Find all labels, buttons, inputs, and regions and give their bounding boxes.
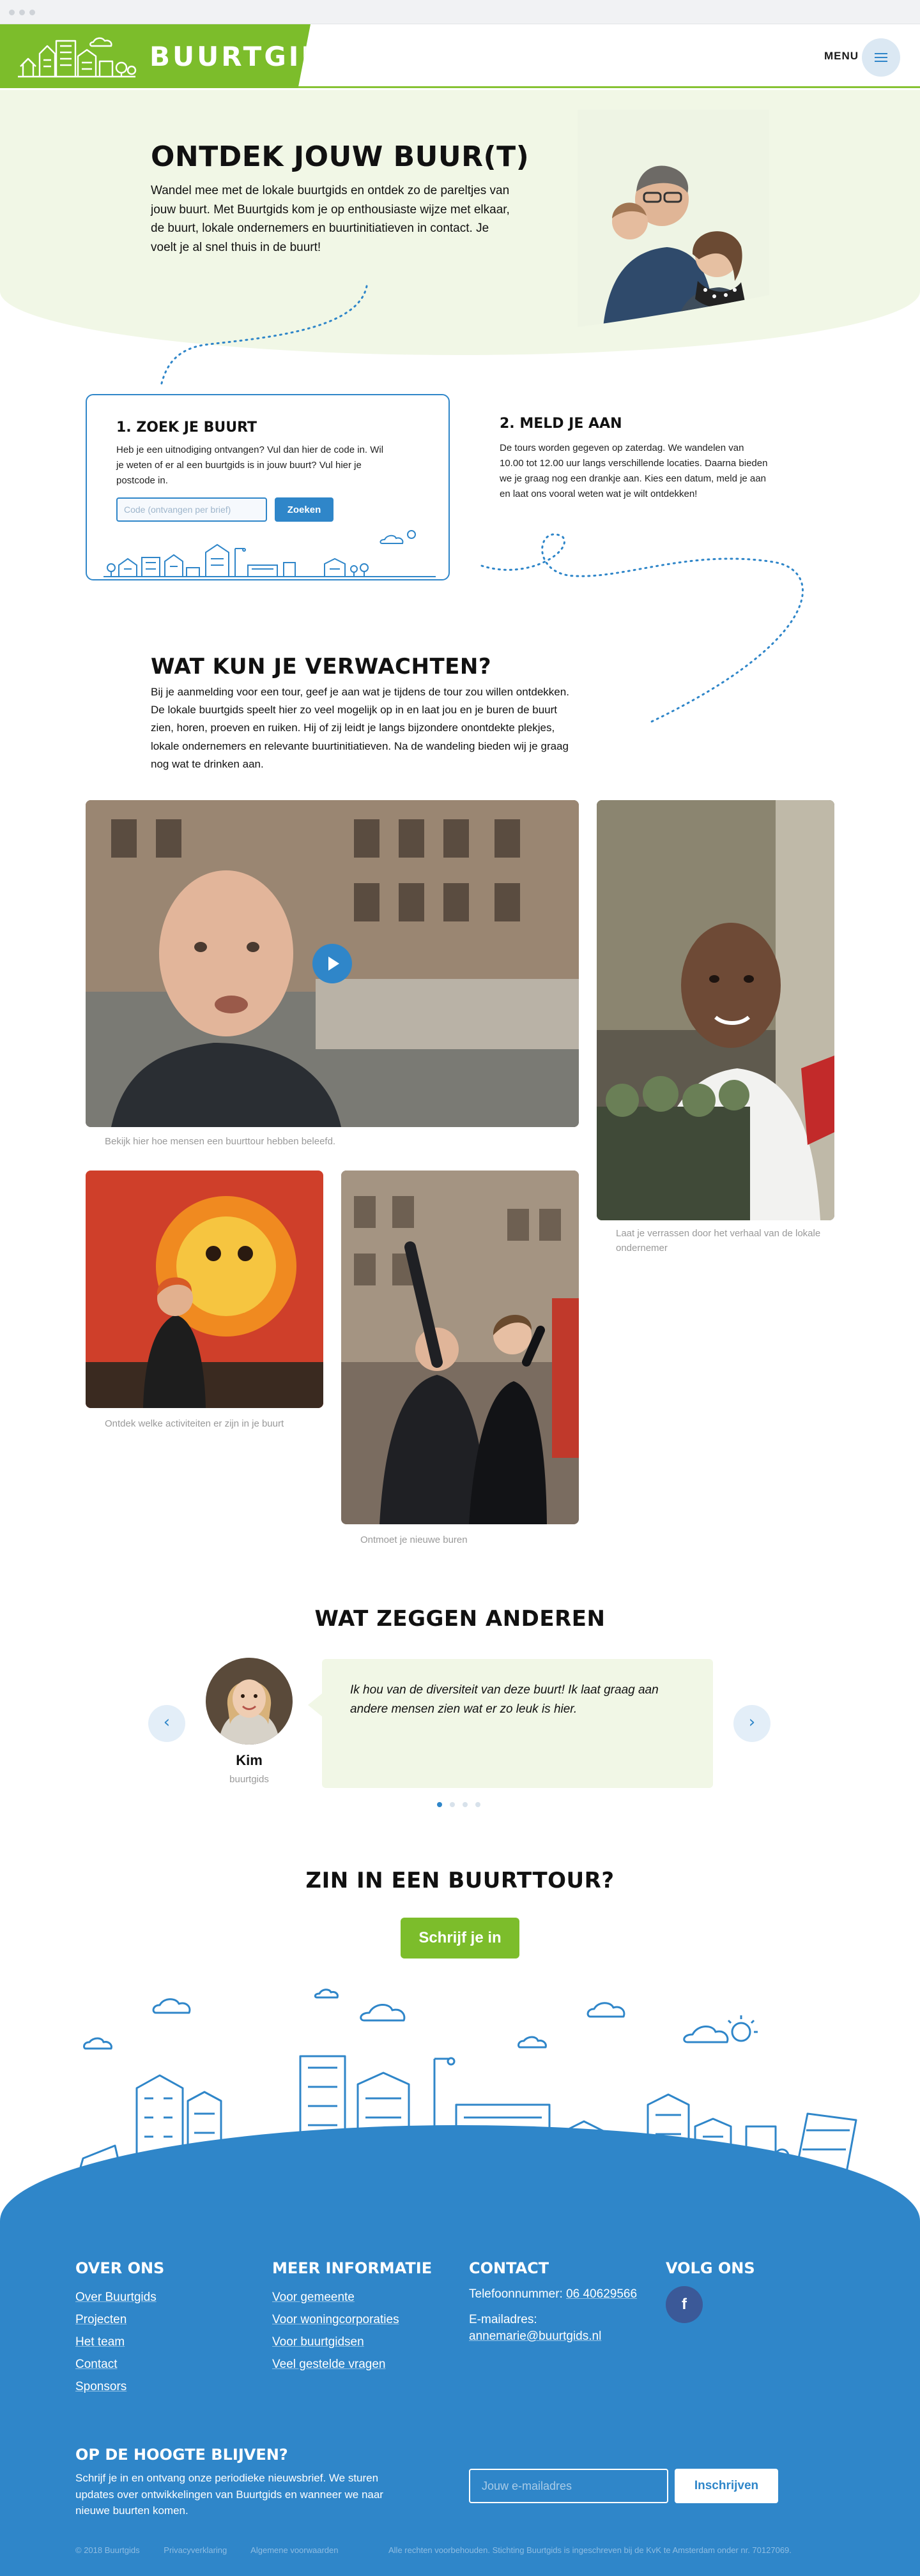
mural-photo [86,1171,323,1408]
footer-col-contact: CONTACT Telefoonnummer: 06 40629566 E-ma… [469,2259,637,2345]
legal-text: Alle rechten voorbehouden. Stichting Buu… [388,2545,792,2555]
terms-link[interactable]: Algemene voorwaarden [250,2545,338,2555]
phone-link[interactable]: 06 40629566 [566,2287,637,2301]
newsletter-email-input[interactable] [469,2469,668,2503]
expect-title: WAT KUN JE VERWACHTEN? [151,654,492,679]
footer-link[interactable]: Voor buurtgidsen [272,2331,432,2353]
privacy-link[interactable]: Privacyverklaring [164,2545,227,2555]
cta-title: ZIN IN EEN BUURTTOUR? [305,1868,615,1893]
footer-col-over: OVER ONS Over Buurtgids Projecten Het te… [75,2259,164,2398]
footer-link[interactable]: Projecten [75,2308,164,2331]
step1-text: Heb je een uitnodiging ontvangen? Vul da… [116,444,384,486]
footer-heading: MEER INFORMATIE [272,2259,433,2277]
gallery-caption: Ontdek welke activiteiten er zijn in je … [105,1418,284,1429]
page: BUURTGIDS MENU ONTDEK JOUW BUUR(T) Wande… [0,0,920,2576]
hamburger-icon [875,57,887,58]
facebook-icon[interactable]: f [666,2286,703,2323]
testimonial-name: Kim [236,1752,263,1768]
step2-title: 2. MELD JE AAN [500,416,622,432]
footer-heading: VOLG ONS [666,2259,755,2277]
testimonials-title: WAT ZEGGEN ANDEREN [314,1606,606,1632]
testimonial-role: buurtgids [229,1774,269,1785]
step2-text: De tours worden gegeven op zaterdag. We … [500,443,768,499]
carousel-dot[interactable] [475,1802,480,1807]
footer-link[interactable]: Voor gemeente [272,2286,432,2308]
newsletter-text: Schrijf je in en ontvang onze periodieke… [75,2472,383,2517]
copyright: © 2018 Buurtgids [75,2545,140,2555]
phone-row: Telefoonnummer: 06 40629566 [469,2286,637,2303]
menu-button[interactable] [862,38,900,77]
testimonial-quote: Ik hou van de diversiteit van deze buurt… [308,1659,713,1788]
search-button[interactable]: Zoeken [275,497,334,522]
browser-chrome [0,0,920,24]
search-card: 1. ZOEK JE BUURT Heb je een uitnodiging … [86,394,450,580]
signup-info: 2. MELD JE AAN De tours worden gegeven o… [500,416,768,502]
footer-bottom-bar: © 2018 Buurtgids Privacyverklaring Algem… [75,2545,855,2555]
hamburger-icon [875,61,887,62]
quote-text: Ik hou van de diversiteit van deze buurt… [350,1683,659,1716]
footer-link[interactable]: Het team [75,2331,164,2353]
window-dot [29,10,35,15]
play-icon[interactable] [312,944,352,983]
menu-label[interactable]: MENU [824,50,859,63]
footer-link[interactable]: Sponsors [75,2375,164,2398]
footer-heading: OVER ONS [75,2259,165,2277]
footer-link[interactable]: Contact [75,2353,164,2375]
gallery-caption: Bekijk hier hoe mensen een buurttour heb… [105,1136,336,1147]
window-dot [19,10,25,15]
neighbours-photo [341,1171,579,1524]
hamburger-icon [875,53,887,54]
carousel-dots [437,1799,488,1810]
shopkeeper-photo [597,800,834,1220]
site-header: BUURTGIDS MENU [0,24,920,88]
town-logo-icon [18,37,137,78]
chevron-right-icon[interactable]: › [733,1705,770,1742]
phone-label: Telefoonnummer: [469,2287,563,2301]
subscribe-button[interactable]: Inschrijven [675,2469,778,2503]
footer-link[interactable]: Over Buurtgids [75,2286,164,2308]
hero-text: Wandel mee met de lokale buurtgids en on… [151,184,510,254]
footer-col-follow: VOLG ONS f [666,2259,755,2323]
carousel-dot[interactable] [450,1802,455,1807]
carousel-dot[interactable] [463,1802,468,1807]
email-label: E-mailadres: [469,2313,537,2326]
newsletter-title: OP DE HOOGTE BLIJVEN? [75,2446,288,2464]
email-link[interactable]: annemarie@buurtgids.nl [469,2328,637,2345]
footer-link[interactable]: Veel gestelde vragen [272,2353,432,2375]
town-illustration-icon [103,530,436,577]
gallery-caption: Laat je verrassen door het verhaal van d… [616,1228,821,1254]
step1-title: 1. ZOEK JE BUURT [116,420,257,436]
avatar [206,1658,293,1745]
signup-button[interactable]: Schrijf je in [401,1918,519,1959]
logo-text: BUURTGIDS [150,41,348,72]
chevron-left-icon[interactable]: ‹ [148,1705,185,1742]
hero-title: ONTDEK JOUW BUUR(T) [151,140,530,173]
carousel-dot[interactable] [437,1802,442,1807]
expect-text: Bij je aanmelding voor een tour, geef je… [151,686,569,770]
footer-heading: CONTACT [469,2259,549,2277]
gallery-caption: Ontmoet je nieuwe buren [360,1534,468,1545]
footer-link[interactable]: Voor woningcorporaties [272,2308,432,2331]
window-dot [9,10,15,15]
code-input[interactable] [116,497,267,522]
logo[interactable]: BUURTGIDS [0,24,310,88]
footer-col-info: MEER INFORMATIE Voor gemeente Voor wonin… [272,2259,432,2375]
